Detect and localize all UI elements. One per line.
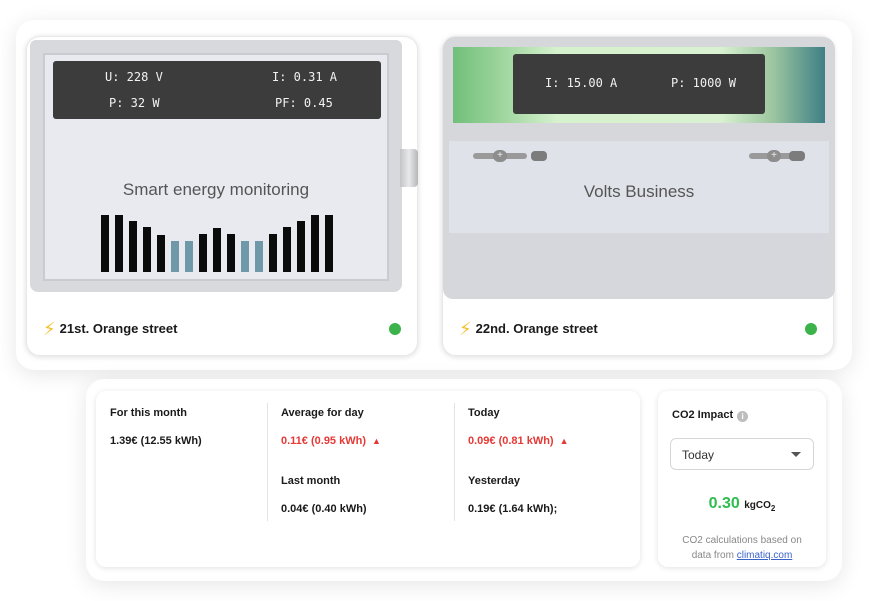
current-reading: I: 15.00 A <box>545 76 618 90</box>
stat-value: 0.09€ (0.81 kWh) <box>468 435 554 447</box>
signal-bar <box>129 221 137 272</box>
stat-label: Last month <box>281 475 341 487</box>
signal-bar <box>311 215 319 272</box>
meter-base <box>449 233 829 295</box>
meter-card-orange-22[interactable]: I: 15.00 A P: 1000 W + + Volts Business … <box>442 36 835 356</box>
meter-top-panel: I: 15.00 A P: 1000 W <box>453 47 825 123</box>
status-indicator <box>805 323 817 335</box>
column-divider <box>267 403 268 521</box>
signal-bar <box>269 234 277 272</box>
climatiq-link[interactable]: climatiq.com <box>737 550 793 561</box>
period-select-value: Today <box>682 448 715 462</box>
stat-label: Today <box>468 407 500 419</box>
lcd-display: U: 228 V I: 0.31 A P: 32 W PF: 0.45 <box>53 61 381 119</box>
stat-label: For this month <box>110 407 187 419</box>
status-indicator <box>389 323 401 335</box>
stat-value: 1.39€ (12.55 kWh) <box>110 435 202 447</box>
meter-face: U: 228 V I: 0.31 A P: 32 W PF: 0.45 Smar… <box>43 53 389 281</box>
signal-bar <box>255 241 263 272</box>
co2-title: CO2 Impact i <box>672 409 749 422</box>
current-reading: I: 0.31 A <box>272 70 338 84</box>
power-reading: P: 32 W <box>109 96 160 110</box>
stat-value: 0.19€ (1.64 kWh); <box>468 503 558 515</box>
side-knob <box>400 149 418 187</box>
avg-day-stat: Average for day 0.11€ (0.95 kWh) ▲ Last m… <box>281 407 381 515</box>
location-label: 21st. Orange street <box>59 321 178 336</box>
signal-bar <box>101 215 109 272</box>
card-footer: ⚡ 21st. Orange street <box>43 319 177 340</box>
card-footer: ⚡ 22nd. Orange street <box>459 319 598 340</box>
meters-panel: U: 228 V I: 0.31 A P: 32 W PF: 0.45 Smar… <box>16 20 852 370</box>
signal-bar <box>283 227 291 272</box>
signal-bar <box>143 227 151 272</box>
meter-card-orange-21[interactable]: U: 228 V I: 0.31 A P: 32 W PF: 0.45 Smar… <box>26 36 418 356</box>
stat-value: 0.04€ (0.40 kWh) <box>281 503 367 515</box>
power-factor-reading: PF: 0.45 <box>275 96 333 110</box>
device-label: Smart energy monitoring <box>122 180 310 199</box>
device-label: Volts Business <box>583 182 695 201</box>
power-reading: P: 1000 W <box>671 76 737 90</box>
trend-up-icon: ▲ <box>559 436 569 446</box>
column-divider <box>454 403 455 521</box>
stat-label: Average for day <box>281 407 364 419</box>
period-select[interactable]: Today <box>670 438 814 470</box>
co2-value: 0.30 kgCO2 <box>658 495 826 513</box>
stat-value: 0.11€ (0.95 kWh) <box>281 435 366 447</box>
today-stat: Today 0.09€ (0.81 kWh) ▲ Yesterday 0.19€ … <box>468 407 569 515</box>
voltage-reading: U: 228 V <box>105 70 163 84</box>
co2-impact-card: CO2 Impact i Today 0.30 kgCO2 CO2 calcula… <box>658 391 826 567</box>
statistics-panel: For this month 1.39€ (12.55 kWh) Average… <box>86 379 842 581</box>
signal-bar <box>227 234 235 272</box>
lightning-icon: ⚡ <box>459 319 472 339</box>
co2-number: 0.30 <box>708 495 740 512</box>
signal-bar <box>213 228 221 272</box>
signal-bar <box>185 241 193 272</box>
signal-bars <box>101 210 341 272</box>
trend-up-icon: ▲ <box>372 436 381 446</box>
co2-unit: kgCO2 <box>744 500 776 513</box>
co2-note: CO2 calculations based on data from clim… <box>682 535 802 561</box>
signal-bar <box>171 241 179 272</box>
plus-icon: + <box>767 150 781 162</box>
location-label: 22nd. Orange street <box>475 321 598 336</box>
signal-bar <box>199 234 207 272</box>
lcd-display: I: 15.00 A P: 1000 W <box>513 54 765 114</box>
signal-bar <box>241 241 249 272</box>
stat-label: Yesterday <box>468 475 520 487</box>
info-icon[interactable]: i <box>737 411 749 422</box>
meter-device-illustration: U: 228 V I: 0.31 A P: 32 W PF: 0.45 Smar… <box>30 40 402 292</box>
signal-bar <box>297 221 305 272</box>
cost-stats-card: For this month 1.39€ (12.55 kWh) Average… <box>96 391 640 567</box>
plus-icon: + <box>493 150 507 162</box>
month-stat: For this month 1.39€ (12.55 kWh) <box>110 407 202 447</box>
signal-bar <box>157 235 165 272</box>
lightning-icon: ⚡ <box>43 319 56 339</box>
meter-device-illustration: I: 15.00 A P: 1000 W + + Volts Business <box>443 37 835 299</box>
chevron-down-icon <box>791 452 801 457</box>
signal-bar <box>325 215 333 272</box>
signal-bar <box>115 215 123 272</box>
